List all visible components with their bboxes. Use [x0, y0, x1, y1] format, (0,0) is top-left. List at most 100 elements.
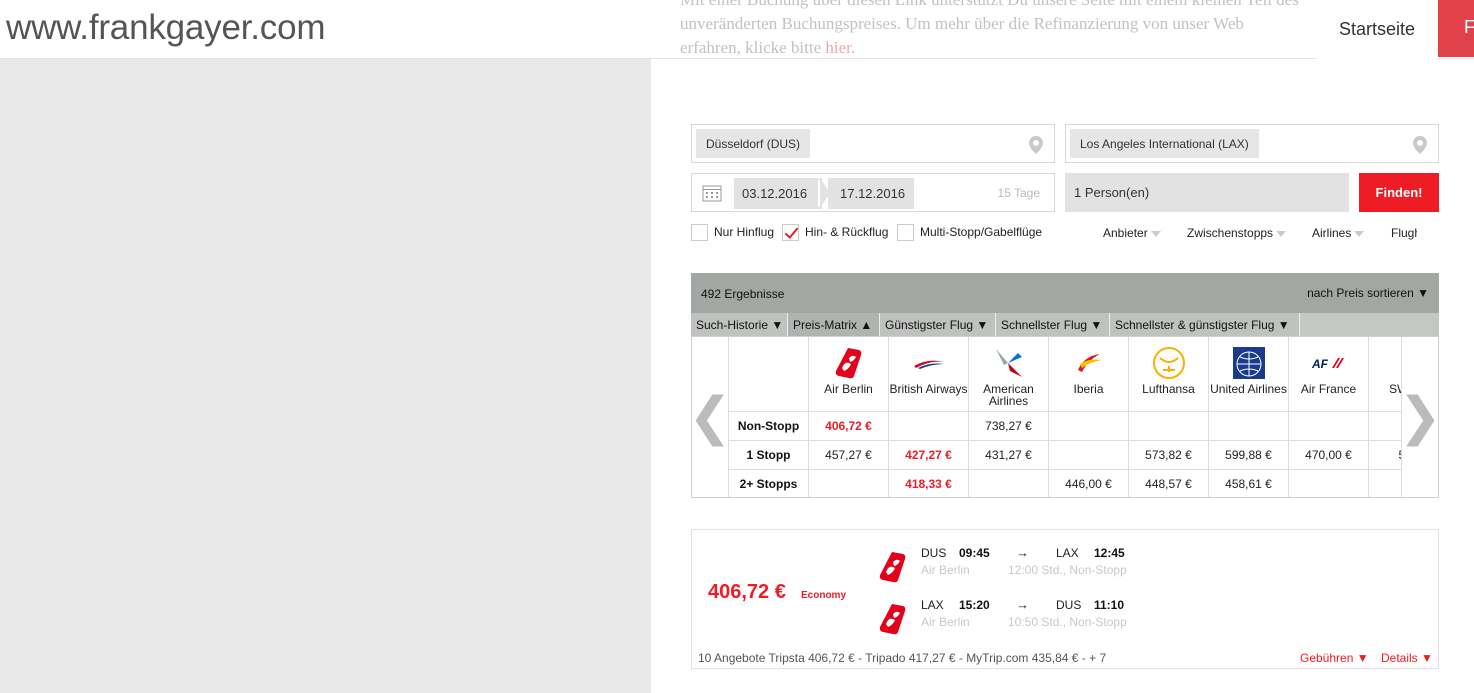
- origin-chip[interactable]: Düsseldorf (DUS): [696, 129, 811, 158]
- trip-round-trip[interactable]: Hin- & Rückflug: [782, 223, 888, 241]
- site-title[interactable]: www.frankgayer.com: [6, 8, 325, 48]
- arrow-right-icon: →: [1016, 545, 1029, 560]
- price-cell: [1049, 440, 1129, 469]
- checkbox[interactable]: [897, 223, 914, 241]
- return-leg: LAX 15:20 → DUS 11:10 Air Berlin 10:50 S…: [878, 597, 1148, 643]
- tab-cheapest-flight[interactable]: Günstigster Flug ▼: [880, 313, 996, 336]
- filter-airlines[interactable]: Airlines: [1312, 226, 1365, 240]
- tab-search-history[interactable]: Such-Historie ▼: [691, 313, 788, 336]
- trip-multi-stop[interactable]: Multi-Stopp/Gabelflüge: [897, 223, 1042, 241]
- price-cell: [1049, 411, 1129, 440]
- article-line: erfahren, klicke bitte hier.: [680, 36, 1380, 60]
- passengers-select[interactable]: 1 Person(en): [1065, 173, 1349, 212]
- price-cell[interactable]: 418,33 €: [889, 469, 969, 497]
- details-toggle[interactable]: Details ▼: [1381, 651, 1433, 665]
- filter-stops[interactable]: Zwischenstopps: [1187, 226, 1287, 240]
- price-cell: [1289, 411, 1369, 440]
- air-france-logo-icon: AF: [1289, 346, 1368, 380]
- depart-date[interactable]: 03.12.2016: [734, 178, 822, 209]
- airline-column-air-berlin[interactable]: Air Berlin: [809, 337, 889, 411]
- destination-chip[interactable]: Los Angeles International (LAX): [1070, 129, 1259, 158]
- offer-providers[interactable]: 10 Angebote Tripsta 406,72 € - Tripado 4…: [698, 651, 1106, 665]
- price-cell[interactable]: 470,00 €: [1289, 440, 1369, 469]
- matrix-corner: [729, 337, 809, 411]
- trip-multi-stop-label: Multi-Stopp/Gabelflüge: [920, 225, 1043, 239]
- leg-carrier: Air Berlin: [921, 615, 970, 629]
- airline-column-american-airlines[interactable]: American Airlines: [969, 337, 1049, 411]
- matrix-prev-arrow-icon[interactable]: ❮: [692, 337, 732, 497]
- price-cell[interactable]: 573,82 €: [1129, 440, 1209, 469]
- price-cell: [1289, 469, 1369, 497]
- airline-column-air-france[interactable]: AF Air France: [1289, 337, 1369, 411]
- price-cell: [809, 469, 889, 497]
- price-cell[interactable]: 406,72 €: [809, 411, 889, 440]
- origin-field[interactable]: Düsseldorf (DUS): [691, 124, 1055, 163]
- air-berlin-logo-icon: [879, 604, 906, 635]
- date-separator-arrow: [820, 178, 830, 208]
- airline-column-british-airways[interactable]: British Airways: [889, 337, 969, 411]
- article-line: Mit einer Buchung über diesen Link unter…: [680, 0, 1380, 12]
- checkbox[interactable]: [691, 223, 708, 241]
- united-airlines-logo-icon: [1209, 346, 1288, 380]
- leg-duration: 10:50 Std., Non-Stopp: [1008, 615, 1127, 629]
- leg-arrival-time: 11:10: [1094, 598, 1125, 612]
- lufthansa-logo-icon: [1129, 346, 1208, 380]
- sort-dropdown[interactable]: nach Preis sortieren ▼: [1307, 286, 1429, 300]
- row-label-one-stop: 1 Stopp: [729, 440, 809, 469]
- filter-label: Zwischenstopps: [1187, 226, 1274, 240]
- price-cell[interactable]: 448,57 €: [1129, 469, 1209, 497]
- price-cell[interactable]: 427,27 €: [889, 440, 969, 469]
- offer-price: 406,72 €: [708, 581, 786, 603]
- tab-fastest-cheapest[interactable]: Schnellster & günstigster Flug ▼: [1110, 313, 1300, 336]
- nav-flights-link[interactable]: Fl: [1438, 0, 1474, 57]
- tabs-filler: [1300, 313, 1439, 336]
- destination-field[interactable]: Los Angeles International (LAX): [1065, 124, 1439, 163]
- airline-name: British Airways: [889, 382, 968, 396]
- trip-one-way[interactable]: Nur Hinflug: [691, 223, 774, 241]
- price-cell[interactable]: 738,27 €: [969, 411, 1049, 440]
- results-tabs: Such-Historie ▼ Preis-Matrix ▲ Günstigst…: [691, 313, 1439, 336]
- filter-airports[interactable]: Flugh: [1391, 226, 1417, 240]
- airline-column-united-airlines[interactable]: United Airlines: [1209, 337, 1289, 411]
- filter-provider[interactable]: Anbieter: [1103, 226, 1161, 240]
- price-cell[interactable]: 446,00 €: [1049, 469, 1129, 497]
- filter-label: Anbieter: [1103, 226, 1148, 240]
- article-line: unveränderten Buchungspreises. Um mehr ü…: [680, 14, 1244, 33]
- american-airlines-logo-icon: [969, 346, 1048, 380]
- price-cell[interactable]: 457,27 €: [809, 440, 889, 469]
- price-cell: [969, 469, 1049, 497]
- iberia-logo-icon: [1049, 346, 1128, 380]
- leg-to: LAX: [1056, 546, 1079, 560]
- leg-duration: 12:00 Std., Non-Stopp: [1008, 563, 1127, 577]
- article-link[interactable]: hier: [825, 38, 851, 57]
- location-pin-icon: [1029, 136, 1043, 154]
- fees-toggle[interactable]: Gebühren ▼: [1300, 651, 1369, 665]
- matrix-next-arrow-icon[interactable]: ❯: [1398, 337, 1438, 497]
- airline-column-lufthansa[interactable]: Lufthansa: [1129, 337, 1209, 411]
- left-empty-panel: [0, 59, 651, 693]
- tab-fastest-flight[interactable]: Schnellster Flug ▼: [996, 313, 1110, 336]
- date-range-field[interactable]: 03.12.2016 17.12.2016 15 Tage: [691, 173, 1055, 212]
- row-label-two-plus-stops: 2+ Stopps: [729, 469, 809, 497]
- price-cell[interactable]: 431,27 €: [969, 440, 1049, 469]
- price-cell[interactable]: 599,88 €: [1209, 440, 1289, 469]
- checkbox-checked[interactable]: [782, 223, 799, 241]
- article-line-text: erfahren, klicke bitte: [680, 38, 826, 57]
- british-airways-logo-icon: [889, 346, 968, 380]
- filter-label: Flugh: [1391, 226, 1417, 240]
- return-date[interactable]: 17.12.2016: [828, 178, 914, 209]
- flight-offer-card[interactable]: 406,72 € Economy DUS 09:45 → LAX 12:45 A…: [691, 529, 1439, 669]
- trip-round-trip-label: Hin- & Rückflug: [805, 225, 889, 239]
- find-button[interactable]: Finden!: [1359, 173, 1439, 212]
- airline-column-iberia[interactable]: Iberia: [1049, 337, 1129, 411]
- calendar-icon: [702, 185, 722, 202]
- location-pin-icon: [1413, 136, 1427, 154]
- nav-home-link[interactable]: Startseite: [1316, 0, 1438, 59]
- results-count: 492 Ergebnisse: [701, 287, 785, 301]
- air-berlin-logo-icon: [879, 552, 906, 583]
- airline-name: Iberia: [1073, 382, 1104, 396]
- tab-price-matrix[interactable]: Preis-Matrix ▲: [788, 313, 880, 336]
- price-cell[interactable]: 458,61 €: [1209, 469, 1289, 497]
- price-cell: [1209, 411, 1289, 440]
- dropdown-arrow-icon: [1276, 230, 1287, 237]
